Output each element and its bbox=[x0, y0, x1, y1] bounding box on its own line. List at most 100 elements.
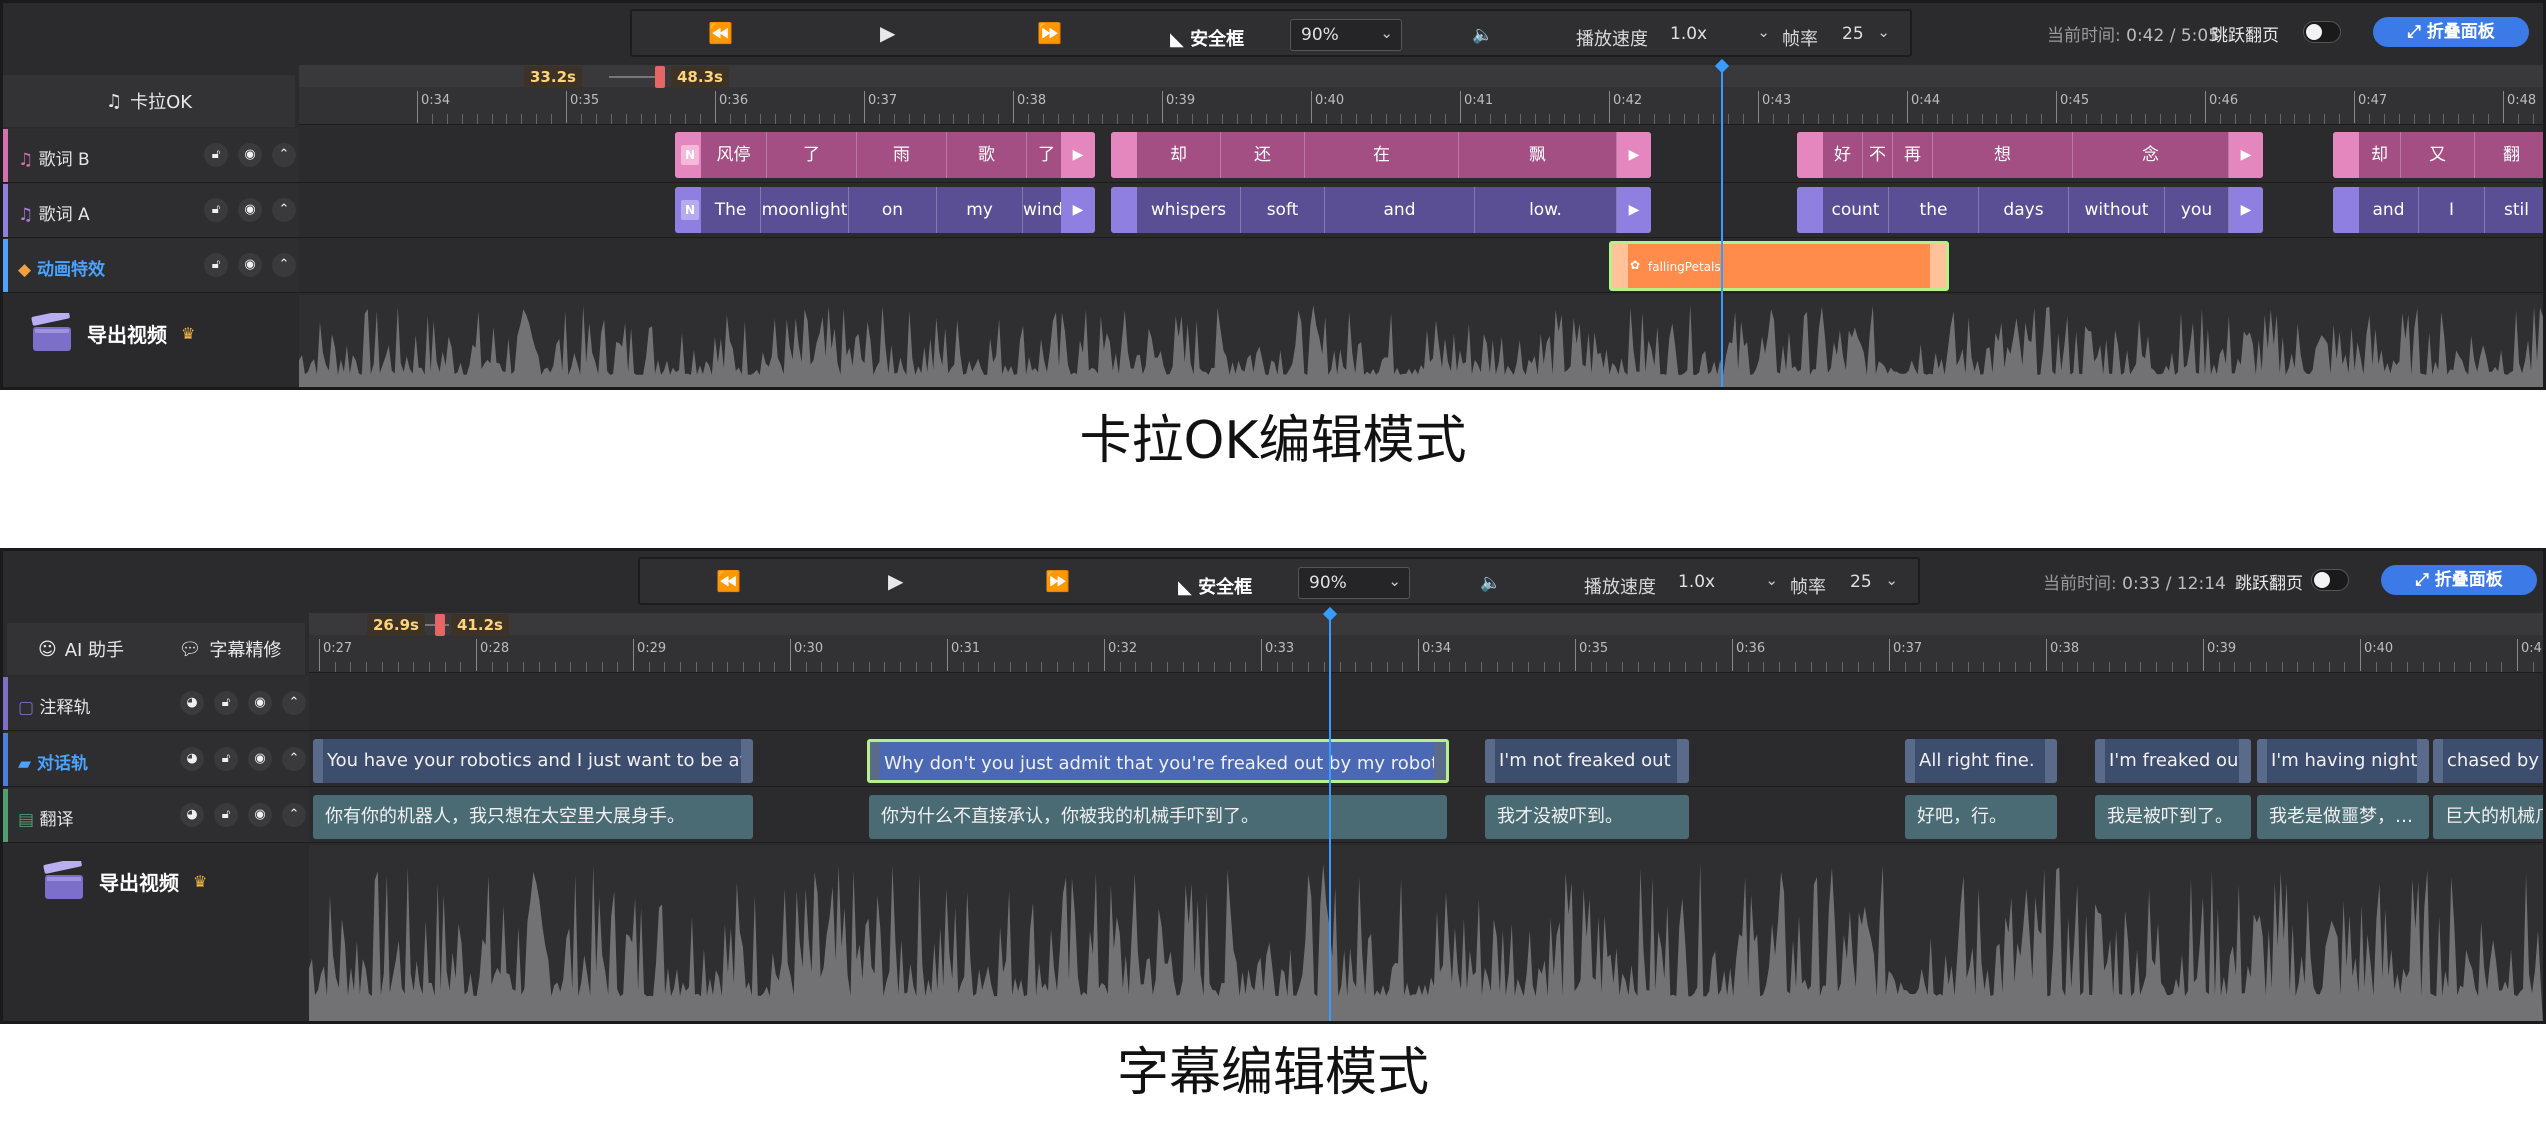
export-video-button[interactable]: 导出视频 ♛ bbox=[31, 313, 195, 353]
lyric-word[interactable]: and bbox=[1325, 187, 1475, 233]
lyric-word[interactable]: 却 bbox=[2359, 132, 2401, 178]
segment-handle[interactable] bbox=[1111, 132, 1137, 178]
lyric-word[interactable]: moonlight bbox=[761, 187, 849, 233]
lyric-word[interactable]: 翻 bbox=[2475, 132, 2543, 178]
zoom-select[interactable]: 90% ⌄ bbox=[1298, 567, 1410, 599]
audio-waveform[interactable] bbox=[299, 295, 2543, 387]
translation-segment[interactable]: 你为什么不直接承认，你被我的机械手吓到了。 bbox=[869, 795, 1447, 839]
tab-subtitle-polish[interactable]: 💬︎ 字幕精修 bbox=[155, 623, 305, 675]
play-button[interactable]: ▶ bbox=[888, 569, 903, 593]
expand-right-icon[interactable]: ▶ bbox=[1061, 132, 1095, 178]
lock-icon[interactable]: 🔓︎ bbox=[204, 198, 228, 222]
lyric-word[interactable]: 不 bbox=[1863, 132, 1893, 178]
lyric-word[interactable]: 好 bbox=[1823, 132, 1863, 178]
lyric-segment[interactable]: N 风停 了 雨 歌 了 ▶ bbox=[675, 132, 1095, 178]
lyric-word[interactable]: whispers bbox=[1137, 187, 1241, 233]
collapse-icon[interactable]: ⌃ bbox=[282, 747, 306, 771]
segment-handle[interactable] bbox=[741, 739, 753, 783]
lyric-word[interactable]: my bbox=[937, 187, 1023, 233]
palette-icon[interactable]: ◕ bbox=[180, 691, 204, 715]
playhead[interactable] bbox=[1721, 69, 1723, 387]
translation-segment[interactable]: 巨大的机械爪 bbox=[2433, 795, 2543, 839]
lock-icon[interactable]: 🔓︎ bbox=[204, 143, 228, 167]
collapse-icon[interactable]: ⌃ bbox=[282, 691, 306, 715]
timeline-ruler[interactable]: 33.2s 48.3s 0:34 0:35 0:36 0:37 0:38 0:39 0:40… bbox=[299, 65, 2543, 125]
range-handle[interactable] bbox=[435, 614, 445, 636]
lyric-word[interactable]: 在 bbox=[1305, 132, 1459, 178]
lyric-word[interactable]: soft bbox=[1241, 187, 1325, 233]
translation-segment[interactable]: 你有你的机器人，我只想在太空里大展身手。 bbox=[313, 795, 753, 839]
segment-handle[interactable] bbox=[1905, 739, 1915, 783]
segment-handle[interactable] bbox=[1612, 244, 1628, 288]
lyric-segment[interactable]: N The moonlight on my wind ▶ bbox=[675, 187, 1095, 233]
translation-segment[interactable]: 我是被吓到了。 bbox=[2095, 795, 2251, 839]
track-lane[interactable]: 你有你的机器人，我只想在太空里大展身手。 你为什么不直接承认，你被我的机械手吓到… bbox=[309, 789, 2543, 842]
eye-icon[interactable]: ◉ bbox=[248, 691, 272, 715]
volume-icon[interactable]: 🔈 bbox=[1472, 25, 1493, 45]
lyric-word[interactable]: you bbox=[2165, 187, 2229, 233]
lock-icon[interactable]: 🔓︎ bbox=[214, 747, 238, 771]
segment-handle[interactable] bbox=[2095, 739, 2105, 783]
lyric-word[interactable]: low. bbox=[1475, 187, 1617, 233]
safe-frame-toggle[interactable]: ◣ 安全框 bbox=[1178, 573, 1252, 599]
collapse-icon[interactable]: ⌃ bbox=[272, 198, 296, 222]
lyric-word[interactable]: 歌 bbox=[947, 132, 1027, 178]
lyric-word[interactable]: 风停 bbox=[701, 132, 767, 178]
jump-page-toggle[interactable] bbox=[2311, 569, 2349, 591]
speed-select[interactable]: 1.0x ⌄ bbox=[1666, 19, 1770, 51]
eye-icon[interactable]: ◉ bbox=[248, 803, 272, 827]
rewind-button[interactable]: ⏪ bbox=[708, 21, 733, 45]
lyric-segment[interactable]: 好 不 再 想 念 ▶ bbox=[1797, 132, 2263, 178]
segment-handle[interactable] bbox=[2417, 739, 2429, 783]
fps-select[interactable]: 25 ⌄ bbox=[1846, 567, 1898, 599]
segment-handle[interactable] bbox=[1797, 132, 1823, 178]
zoom-select[interactable]: 90% ⌄ bbox=[1290, 19, 1402, 51]
lyric-word[interactable]: without bbox=[2069, 187, 2165, 233]
fold-panel-button[interactable]: ⤢ 折叠面板 bbox=[2373, 17, 2529, 47]
expand-right-icon[interactable]: ▶ bbox=[2229, 187, 2263, 233]
lyric-word[interactable]: 却 bbox=[1137, 132, 1221, 178]
timeline-ruler[interactable]: 26.9s 41.2s 0:27 0:28 0:29 0:30 0:31 0:32 0:33… bbox=[309, 613, 2543, 673]
play-button[interactable]: ▶ bbox=[880, 21, 895, 45]
lyric-segment[interactable]: and I stil bbox=[2333, 187, 2543, 233]
dialogue-segment[interactable]: I'm not freaked out b… bbox=[1485, 739, 1689, 783]
lyric-word[interactable]: 想 bbox=[1933, 132, 2073, 178]
segment-handle[interactable] bbox=[1677, 739, 1689, 783]
expand-right-icon[interactable]: ▶ bbox=[2229, 132, 2263, 178]
lyric-word[interactable]: 飘 bbox=[1459, 132, 1617, 178]
expand-right-icon[interactable]: ▶ bbox=[1617, 132, 1651, 178]
eye-icon[interactable]: ◉ bbox=[238, 143, 262, 167]
segment-handle[interactable] bbox=[2333, 132, 2359, 178]
segment-handle[interactable] bbox=[2333, 187, 2359, 233]
lyric-word[interactable]: the bbox=[1889, 187, 1979, 233]
lyric-segment[interactable]: count the days without you ▶ bbox=[1797, 187, 2263, 233]
fast-forward-button[interactable]: ⏩ bbox=[1045, 569, 1070, 593]
eye-icon[interactable]: ◉ bbox=[248, 747, 272, 771]
audio-waveform[interactable] bbox=[309, 845, 2543, 1021]
segment-handle[interactable] bbox=[1434, 742, 1446, 780]
range-handle[interactable] bbox=[655, 66, 665, 88]
lyric-word[interactable]: 了 bbox=[767, 132, 857, 178]
lyric-word[interactable]: 还 bbox=[1221, 132, 1305, 178]
lyric-word[interactable]: The bbox=[701, 187, 761, 233]
translation-segment[interactable]: 我老是做噩梦，… bbox=[2257, 795, 2429, 839]
export-video-button[interactable]: 导出视频 ♛ bbox=[43, 861, 207, 901]
palette-icon[interactable]: ◕ bbox=[180, 803, 204, 827]
effect-segment[interactable]: ✿ fallingPetals bbox=[1609, 241, 1949, 291]
collapse-icon[interactable]: ⌃ bbox=[272, 253, 296, 277]
collapse-icon[interactable]: ⌃ bbox=[282, 803, 306, 827]
speed-select[interactable]: 1.0x ⌄ bbox=[1674, 567, 1778, 599]
fold-panel-button[interactable]: ⤢ 折叠面板 bbox=[2381, 565, 2537, 595]
segment-handle[interactable] bbox=[1797, 187, 1823, 233]
expand-right-icon[interactable]: ▶ bbox=[1061, 187, 1095, 233]
rewind-button[interactable]: ⏪ bbox=[716, 569, 741, 593]
tab-karaoke[interactable]: ♫ 卡拉OK bbox=[3, 75, 295, 127]
lock-icon[interactable]: 🔓︎ bbox=[214, 803, 238, 827]
lock-icon[interactable]: 🔓︎ bbox=[214, 691, 238, 715]
collapse-icon[interactable]: ⌃ bbox=[272, 143, 296, 167]
track-lane[interactable]: You have your robotics and I just want t… bbox=[309, 733, 2543, 786]
segment-handle[interactable] bbox=[1111, 187, 1137, 233]
track-lane[interactable]: N 风停 了 雨 歌 了 ▶ 却 还 在 飘 ▶ 好 不 再 想 念 ▶ 却 又… bbox=[299, 129, 2543, 182]
segment-handle[interactable] bbox=[2239, 739, 2251, 783]
safe-frame-toggle[interactable]: ◣ 安全框 bbox=[1170, 25, 1244, 51]
